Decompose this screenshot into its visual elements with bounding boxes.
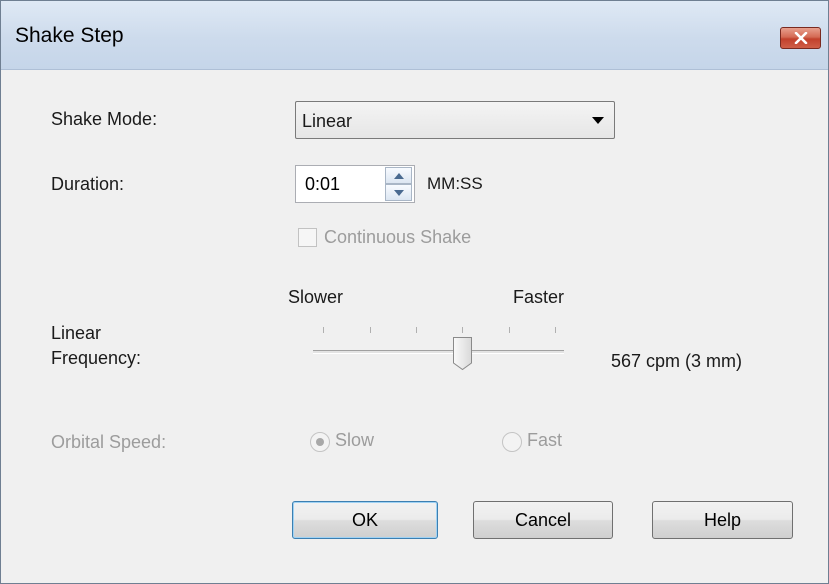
frequency-slider-track[interactable] [313,350,564,354]
ok-button[interactable]: OK [292,501,438,539]
spin-down-icon [393,189,404,196]
shake-mode-dropdown[interactable]: Linear [295,101,615,139]
dialog-title: Shake Step [15,24,124,47]
slider-tick [462,327,463,333]
dialog-content: Shake Mode: Linear Duration: MM:SS Conti… [1,70,828,583]
close-icon [794,32,807,44]
title-bar: Shake Step [1,1,828,70]
shake-mode-value: Linear [302,111,353,131]
frequency-label-line1: Linear [51,323,102,343]
slider-faster-label: Faster [513,287,565,307]
frequency-label-line2: Frequency: [51,348,142,368]
orbital-fast-radio[interactable] [502,432,522,452]
shake-mode-label: Shake Mode: [51,109,158,129]
orbital-slow-label: Slow [335,430,375,450]
slider-tick [509,327,510,333]
close-button[interactable] [780,27,821,49]
duration-label: Duration: [51,174,125,194]
slider-tick [323,327,324,333]
shake-step-dialog: Shake Step Shake Mode: Linear Duration: [0,0,829,584]
continuous-shake-label: Continuous Shake [324,227,472,247]
orbital-fast-label: Fast [527,430,563,450]
duration-input[interactable] [296,166,382,202]
orbital-speed-label: Orbital Speed: [51,432,167,452]
slider-tick [370,327,371,333]
spin-up-button[interactable] [385,167,412,184]
orbital-slow-radio[interactable] [310,432,330,452]
slider-tick [416,327,417,333]
slider-tick [555,327,556,333]
frequency-value: 567 cpm (3 mm) [611,351,743,371]
slider-thumb-icon [453,337,472,371]
chevron-down-icon [592,117,604,124]
duration-unit-label: MM:SS [427,174,483,193]
spin-up-icon [393,172,404,179]
frequency-slider-thumb[interactable] [452,336,473,371]
spin-down-button[interactable] [385,184,412,201]
help-button[interactable]: Help [652,501,793,539]
continuous-shake-checkbox[interactable] [298,228,317,247]
radio-selected-dot [316,438,324,446]
duration-stepper [295,165,415,203]
cancel-button[interactable]: Cancel [473,501,613,539]
slider-slower-label: Slower [288,287,344,307]
